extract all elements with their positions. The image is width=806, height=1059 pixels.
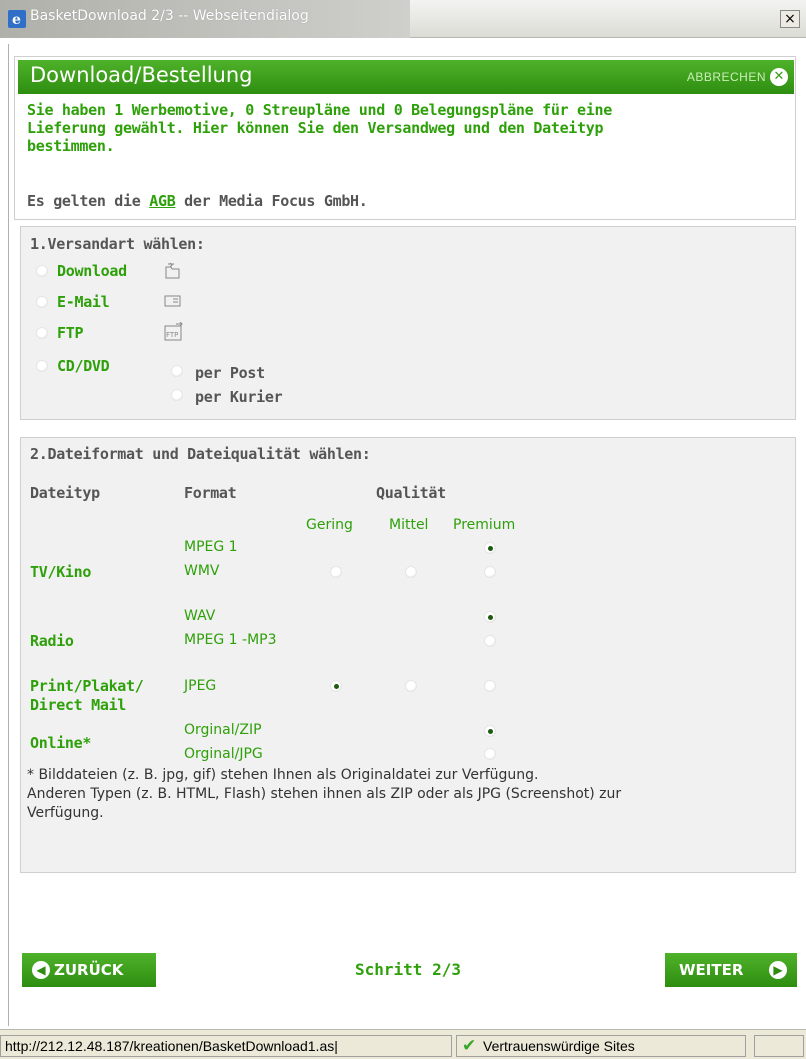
arrow-left-icon: ◀: [32, 961, 50, 979]
radio-wav-premium[interactable]: [484, 611, 496, 623]
radio-wmv-mid[interactable]: [405, 566, 417, 578]
download-folder-icon: [165, 262, 180, 279]
radio-per-post[interactable]: [171, 365, 183, 377]
type-radio: Radio: [30, 632, 74, 650]
footnote-line-2: Anderen Typen (z. B. HTML, Flash) stehen…: [27, 786, 622, 802]
option-download-label: Download: [57, 262, 127, 280]
radio-zip-premium[interactable]: [484, 725, 496, 737]
internet-explorer-icon: e: [8, 10, 26, 28]
type-online: Online*: [30, 734, 92, 752]
format-wav: WAV: [184, 608, 216, 624]
window-title: BasketDownload 2/3 -- Webseitendialog: [30, 8, 309, 24]
close-circle-icon[interactable]: ✕: [770, 68, 788, 86]
window-titlebar: e BasketDownload 2/3 -- Webseitendialog …: [0, 0, 806, 38]
radio-download[interactable]: [36, 265, 48, 277]
col-header-type: Dateityp: [30, 484, 100, 502]
intro-text: Sie haben 1 Werbemotive, 0 Streupläne un…: [27, 101, 787, 155]
window-close-button[interactable]: ×: [780, 10, 800, 28]
status-bar: http://212.12.48.187/kreationen/BasketDo…: [0, 1029, 806, 1059]
mail-icon: [164, 295, 181, 307]
format-orginal-zip: Orginal/ZIP: [184, 722, 262, 738]
svg-text:FTP: FTP: [166, 331, 178, 339]
step-indicator: Schritt 2/3: [355, 960, 461, 979]
back-button[interactable]: ◀ ZURÜCK: [22, 953, 156, 987]
next-button[interactable]: WEITER ▶: [665, 953, 797, 987]
radio-mpeg1-premium[interactable]: [484, 542, 496, 554]
format-footnote: * Bilddateien (z. B. jpg, gif) stehen Ih…: [27, 766, 797, 823]
shipping-section: [20, 226, 796, 420]
footnote-line-1: * Bilddateien (z. B. jpg, gif) stehen Ih…: [27, 767, 539, 783]
type-tv-kino: TV/Kino: [30, 563, 92, 581]
arrow-right-icon: ▶: [769, 961, 787, 979]
next-button-label: WEITER: [679, 961, 744, 979]
radio-wmv-low[interactable]: [330, 566, 342, 578]
agb-suffix: der Media Focus GmbH.: [175, 192, 368, 210]
col-header-format: Format: [184, 484, 237, 502]
quality-mid-label: Mittel: [389, 517, 429, 533]
header-bar: Download/Bestellung ABBRECHEN ✕: [18, 60, 794, 94]
shipping-heading: 1.Versandart wählen:: [30, 235, 205, 253]
radio-wmv-premium[interactable]: [484, 566, 496, 578]
page-title: Download/Bestellung: [30, 63, 253, 87]
option-email-label: E-Mail: [57, 293, 110, 311]
svg-text:e: e: [12, 12, 21, 28]
per-post-label: per Post: [195, 364, 265, 382]
format-wmv: WMV: [184, 563, 220, 579]
intro-line-2: Lieferung gewählt. Hier können Sie den V…: [27, 119, 604, 137]
format-jpeg: JPEG: [184, 678, 217, 694]
type-print-line2: Direct Mail: [30, 696, 127, 714]
back-button-label: ZURÜCK: [54, 961, 124, 979]
security-zone: Vertrauenswürdige Sites: [456, 1035, 746, 1057]
type-print-line1: Print/Plakat/: [30, 677, 144, 695]
quality-premium-label: Premium: [453, 517, 516, 533]
format-mpeg1: MPEG 1: [184, 539, 238, 555]
format-mp3: MPEG 1 -MP3: [184, 632, 277, 648]
col-header-quality: Qualität: [376, 484, 446, 502]
cancel-link[interactable]: ABBRECHEN: [687, 70, 766, 84]
intro-line-3: bestimmen.: [27, 137, 115, 155]
quality-low-label: Gering: [306, 517, 353, 533]
radio-mp3-premium[interactable]: [484, 635, 496, 647]
agb-link[interactable]: AGB: [149, 192, 176, 210]
radio-per-kurier[interactable]: [171, 389, 183, 401]
resize-grip[interactable]: [754, 1035, 804, 1057]
agb-prefix: Es gelten die: [27, 192, 150, 210]
option-cd-dvd-label: CD/DVD: [57, 357, 110, 375]
per-kurier-label: per Kurier: [195, 388, 283, 406]
ftp-icon: FTP: [164, 322, 183, 341]
radio-ftp[interactable]: [36, 327, 48, 339]
format-heading: 2.Dateiformat und Dateiqualität wählen:: [30, 445, 371, 463]
status-url: http://212.12.48.187/kreationen/BasketDo…: [0, 1035, 452, 1057]
intro-line-1: Sie haben 1 Werbemotive, 0 Streupläne un…: [27, 101, 612, 119]
radio-jpg-premium[interactable]: [484, 748, 496, 760]
radio-jpeg-premium[interactable]: [484, 680, 496, 692]
radio-email[interactable]: [36, 296, 48, 308]
footnote-line-3: Verfügung.: [27, 805, 104, 821]
radio-jpeg-mid[interactable]: [405, 680, 417, 692]
radio-jpeg-low[interactable]: [330, 680, 342, 692]
radio-cd-dvd[interactable]: [36, 360, 48, 372]
format-orginal-jpg: Orginal/JPG: [184, 746, 263, 762]
option-ftp-label: FTP: [57, 324, 84, 342]
agb-line: Es gelten die AGB der Media Focus GmbH.: [27, 192, 368, 210]
